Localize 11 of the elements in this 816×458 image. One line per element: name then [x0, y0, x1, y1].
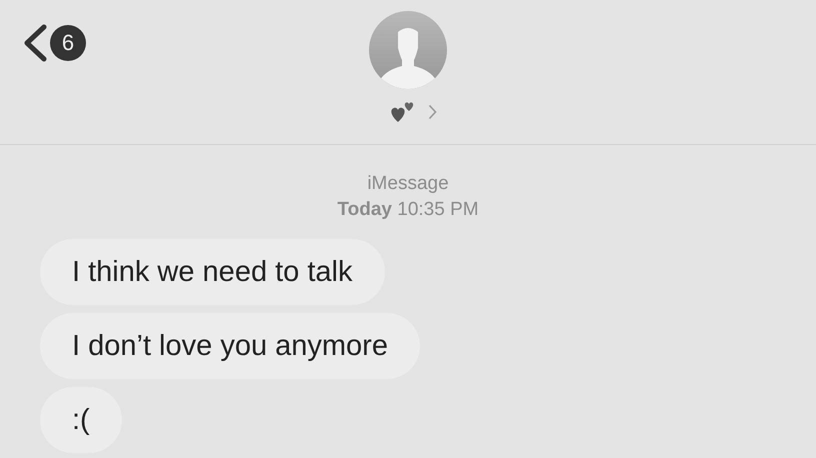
back-chevron-icon	[22, 24, 48, 62]
service-label: iMessage	[367, 172, 449, 196]
back-button[interactable]: 6	[22, 24, 86, 62]
message-bubble: I think we need to talk	[40, 239, 384, 305]
message-bubble: :(	[40, 387, 122, 453]
timestamp: Today 10:35 PM	[337, 198, 479, 222]
message-bubble: I don’t love you anymore	[40, 313, 420, 379]
avatar-icon[interactable]	[368, 10, 448, 90]
chevron-right-icon[interactable]	[428, 104, 436, 120]
hearts-icon[interactable]	[390, 100, 416, 124]
unread-badge: 6	[50, 25, 86, 61]
